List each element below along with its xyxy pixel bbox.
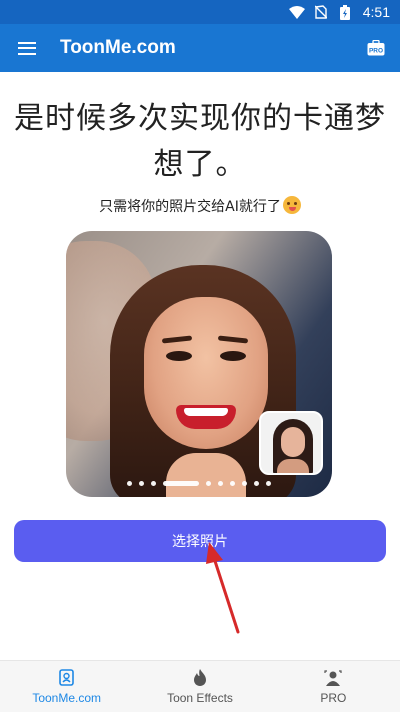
carousel-dot[interactable] (139, 481, 144, 486)
pro-person-icon (324, 669, 342, 687)
carousel-indicator (66, 481, 332, 486)
original-photo-thumbnail (259, 411, 323, 475)
pro-button[interactable]: PRO (360, 32, 392, 64)
hamburger-menu-icon (18, 41, 36, 55)
nav-label-toon-effects: Toon Effects (167, 690, 233, 705)
battery-charging-icon (337, 4, 353, 20)
tongue-emoji-icon (282, 196, 301, 214)
wifi-icon (288, 5, 305, 19)
cartoon-neck-image (166, 453, 246, 497)
menu-button[interactable] (0, 24, 54, 72)
nav-item-pro[interactable]: PRO (267, 661, 400, 712)
pro-briefcase-icon: PRO (367, 40, 385, 56)
nav-label-toonme: ToonMe.com (32, 690, 102, 705)
pro-badge-text: PRO (369, 48, 383, 55)
carousel-dot[interactable] (151, 481, 156, 486)
cartoon-face-image (144, 297, 268, 449)
carousel-dot[interactable] (230, 481, 235, 486)
subline-text: 只需将你的照片交给AI就行了 (99, 199, 281, 215)
no-sim-icon (313, 5, 329, 19)
status-bar: 4:51 (0, 0, 400, 24)
select-photo-button[interactable]: 选择照片 (14, 520, 386, 562)
status-time: 4:51 (362, 4, 390, 20)
carousel-dot[interactable] (242, 481, 247, 486)
page-subline: 只需将你的照片交给AI就行了 (0, 196, 400, 216)
app-bar: ToonMe.com PRO (0, 24, 400, 72)
carousel-dot[interactable] (218, 481, 223, 486)
carousel-dot[interactable] (266, 481, 271, 486)
bottom-navigation: ToonMe.com Toon Effects PRO (0, 660, 400, 712)
nav-item-toon-effects[interactable]: Toon Effects (133, 661, 266, 712)
app-title: ToonMe.com (60, 37, 176, 58)
nav-item-toonme[interactable]: ToonMe.com (0, 661, 133, 712)
carousel-dot[interactable] (206, 481, 211, 486)
carousel-dot[interactable] (254, 481, 259, 486)
carousel-dot[interactable] (127, 481, 132, 486)
page-headline: 是时候多次实现你的卡通梦想了。 (14, 101, 386, 182)
example-carousel[interactable] (66, 231, 332, 497)
nav-label-pro: PRO (320, 690, 347, 705)
toonme-logo-icon (58, 669, 76, 687)
flame-icon (191, 669, 209, 687)
carousel-dot-active[interactable] (163, 481, 199, 486)
